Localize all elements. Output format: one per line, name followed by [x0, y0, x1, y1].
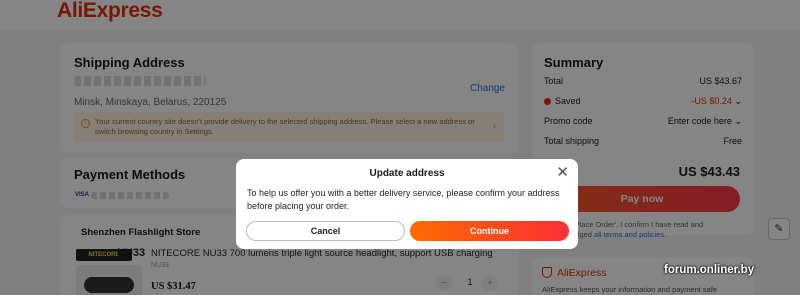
- cancel-button[interactable]: Cancel: [246, 221, 405, 241]
- continue-button[interactable]: Continue: [410, 221, 569, 241]
- update-address-dialog: Update address ✕ To help us offer you wi…: [236, 159, 578, 249]
- close-icon[interactable]: ✕: [556, 165, 569, 180]
- dialog-message: To help us offer you with a better deliv…: [247, 188, 560, 211]
- modal-overlay[interactable]: [0, 0, 800, 295]
- watermark: forum.onliner.by: [664, 264, 755, 276]
- dialog-title: Update address: [369, 168, 445, 179]
